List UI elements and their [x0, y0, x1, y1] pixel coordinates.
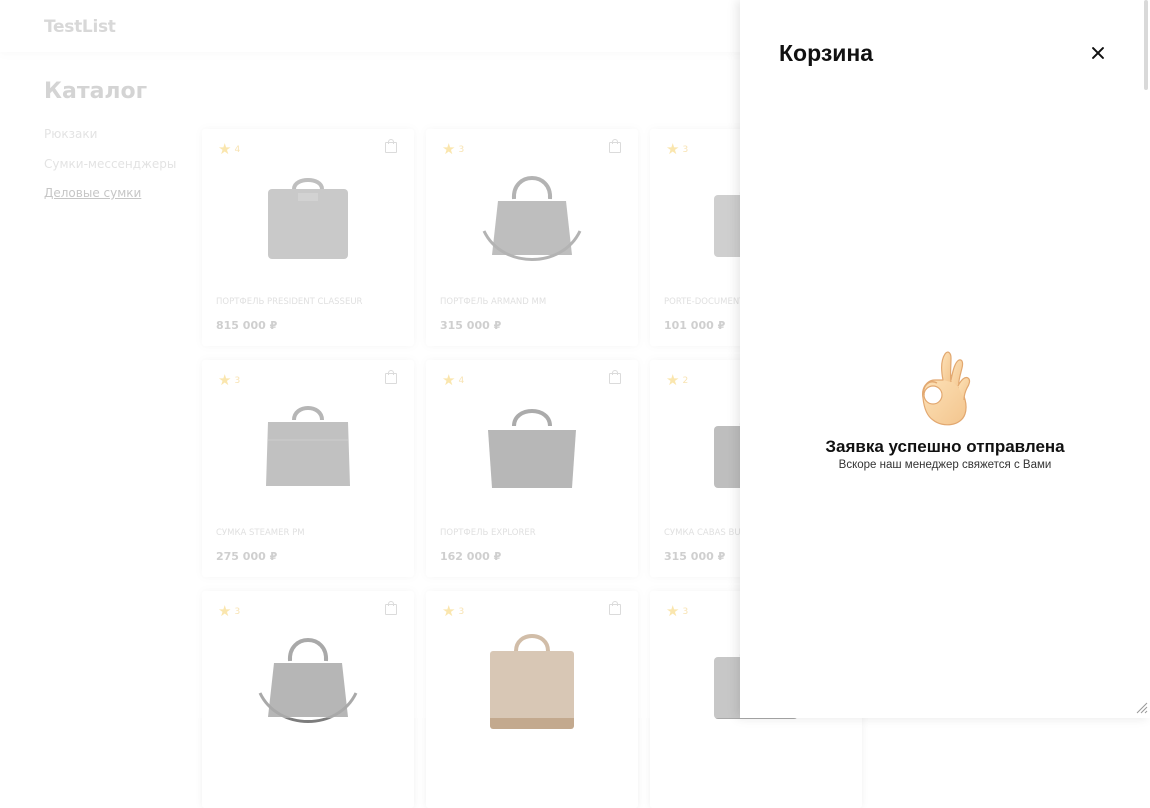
- scrollbar[interactable]: [1144, 0, 1148, 90]
- success-title: Заявка успешно отправлена: [825, 437, 1065, 456]
- success-message: Заявка успешно отправлена Вскоре наш мен…: [740, 350, 1150, 471]
- success-subtitle: Вскоре наш менеджер свяжется с Вами: [838, 459, 1052, 471]
- ok-hand-icon: [922, 351, 971, 426]
- close-icon[interactable]: [1090, 45, 1106, 61]
- cart-drawer: Корзина Заявка успешно отправлена Вскоре…: [740, 0, 1150, 718]
- resize-grip-icon[interactable]: [1136, 702, 1148, 714]
- cart-title: Корзина: [779, 40, 874, 66]
